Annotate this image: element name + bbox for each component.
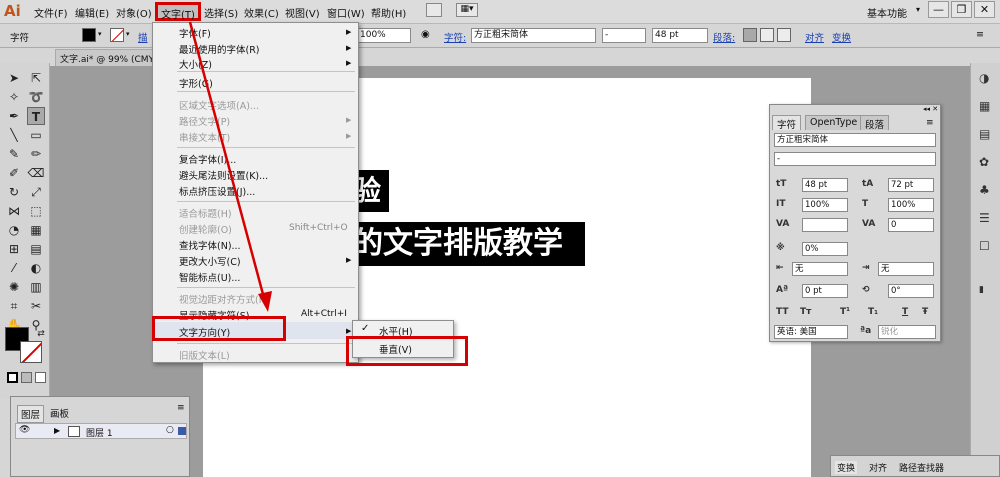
font-family-field[interactable]: 方正粗宋简体	[774, 133, 936, 147]
font-size-field[interactable]: 48 pt	[802, 178, 848, 192]
vertical-scale-icon: IT	[776, 199, 786, 209]
strikethrough-button[interactable]: Ŧ	[922, 307, 928, 317]
color-panel-icon[interactable]: ◑	[979, 71, 989, 85]
brushes-icon[interactable]: ✿	[979, 155, 989, 169]
tracking-field[interactable]: 0	[888, 218, 934, 232]
tsume-icon: ※	[776, 243, 785, 253]
tab-pathfinder[interactable]: 路径查找器	[899, 461, 944, 474]
character-rotation-icon: ⟲	[862, 285, 870, 295]
baseline-shift-field[interactable]: 0 pt	[802, 284, 848, 298]
appearance-icon[interactable]: ☐	[979, 239, 990, 253]
tab-align[interactable]: 对齐	[869, 461, 887, 474]
font-style-field[interactable]: -	[774, 152, 936, 166]
right-panel-dock: ◑ ▦ ▤ ✿ ♣ ☰ ☐ ▮	[970, 63, 1000, 477]
tab-transform[interactable]: 变换	[835, 461, 858, 474]
subscript-button[interactable]: T₁	[868, 307, 878, 317]
tsume-field[interactable]: 0%	[802, 242, 848, 256]
horizontal-scale-icon: T	[862, 199, 869, 209]
baseline-shift-icon: Aª	[776, 285, 789, 295]
vertical-scale-field[interactable]: 100%	[802, 198, 848, 212]
aki-right-field[interactable]: 无	[878, 262, 934, 276]
aki-right-icon: ⇥	[862, 263, 870, 273]
small-caps-button[interactable]: Tт	[800, 307, 811, 317]
symbols-icon[interactable]: ♣	[979, 183, 990, 197]
kerning-field[interactable]	[802, 218, 848, 232]
antialias-icon: ªa	[860, 326, 872, 336]
underline-button[interactable]: T	[902, 307, 908, 317]
scrollbar-thumb[interactable]: ▮	[979, 285, 984, 295]
swatches-icon[interactable]: ▤	[979, 127, 990, 141]
all-caps-button[interactable]: TT	[776, 307, 789, 317]
character-panel: ◂◂ ✕ 字符 OpenType 段落 ≡ 方正粗宋简体 - tT 48 pt …	[769, 104, 941, 342]
superscript-button[interactable]: T¹	[840, 307, 850, 317]
tab-paragraph[interactable]: 段落	[860, 115, 890, 131]
character-rotation-field[interactable]: 0°	[888, 284, 934, 298]
horizontal-scale-field[interactable]: 100%	[888, 198, 934, 212]
language-field[interactable]: 英语: 美国	[774, 325, 848, 339]
stroke-panel-icon[interactable]: ☰	[979, 211, 990, 225]
tab-character[interactable]: 字符	[772, 115, 802, 131]
font-size-icon: tT	[776, 179, 787, 189]
panel-menu-icon[interactable]: ≡	[926, 118, 934, 128]
leading-field[interactable]: 72 pt	[888, 178, 934, 192]
transform-panel-collapsed: 变换 对齐 路径查找器	[830, 455, 1000, 477]
aki-left-field[interactable]: 无	[792, 262, 848, 276]
tracking-icon: VA	[862, 219, 876, 229]
color-guide-icon[interactable]: ▦	[979, 99, 990, 113]
antialias-field[interactable]: 锐化	[878, 325, 936, 339]
kerning-icon: VA	[776, 219, 790, 229]
aki-left-icon: ⇤	[776, 263, 784, 273]
tab-opentype[interactable]: OpenType	[805, 115, 863, 130]
collapse-icon[interactable]: ◂◂ ✕	[923, 105, 938, 113]
leading-icon: tA	[862, 179, 874, 189]
